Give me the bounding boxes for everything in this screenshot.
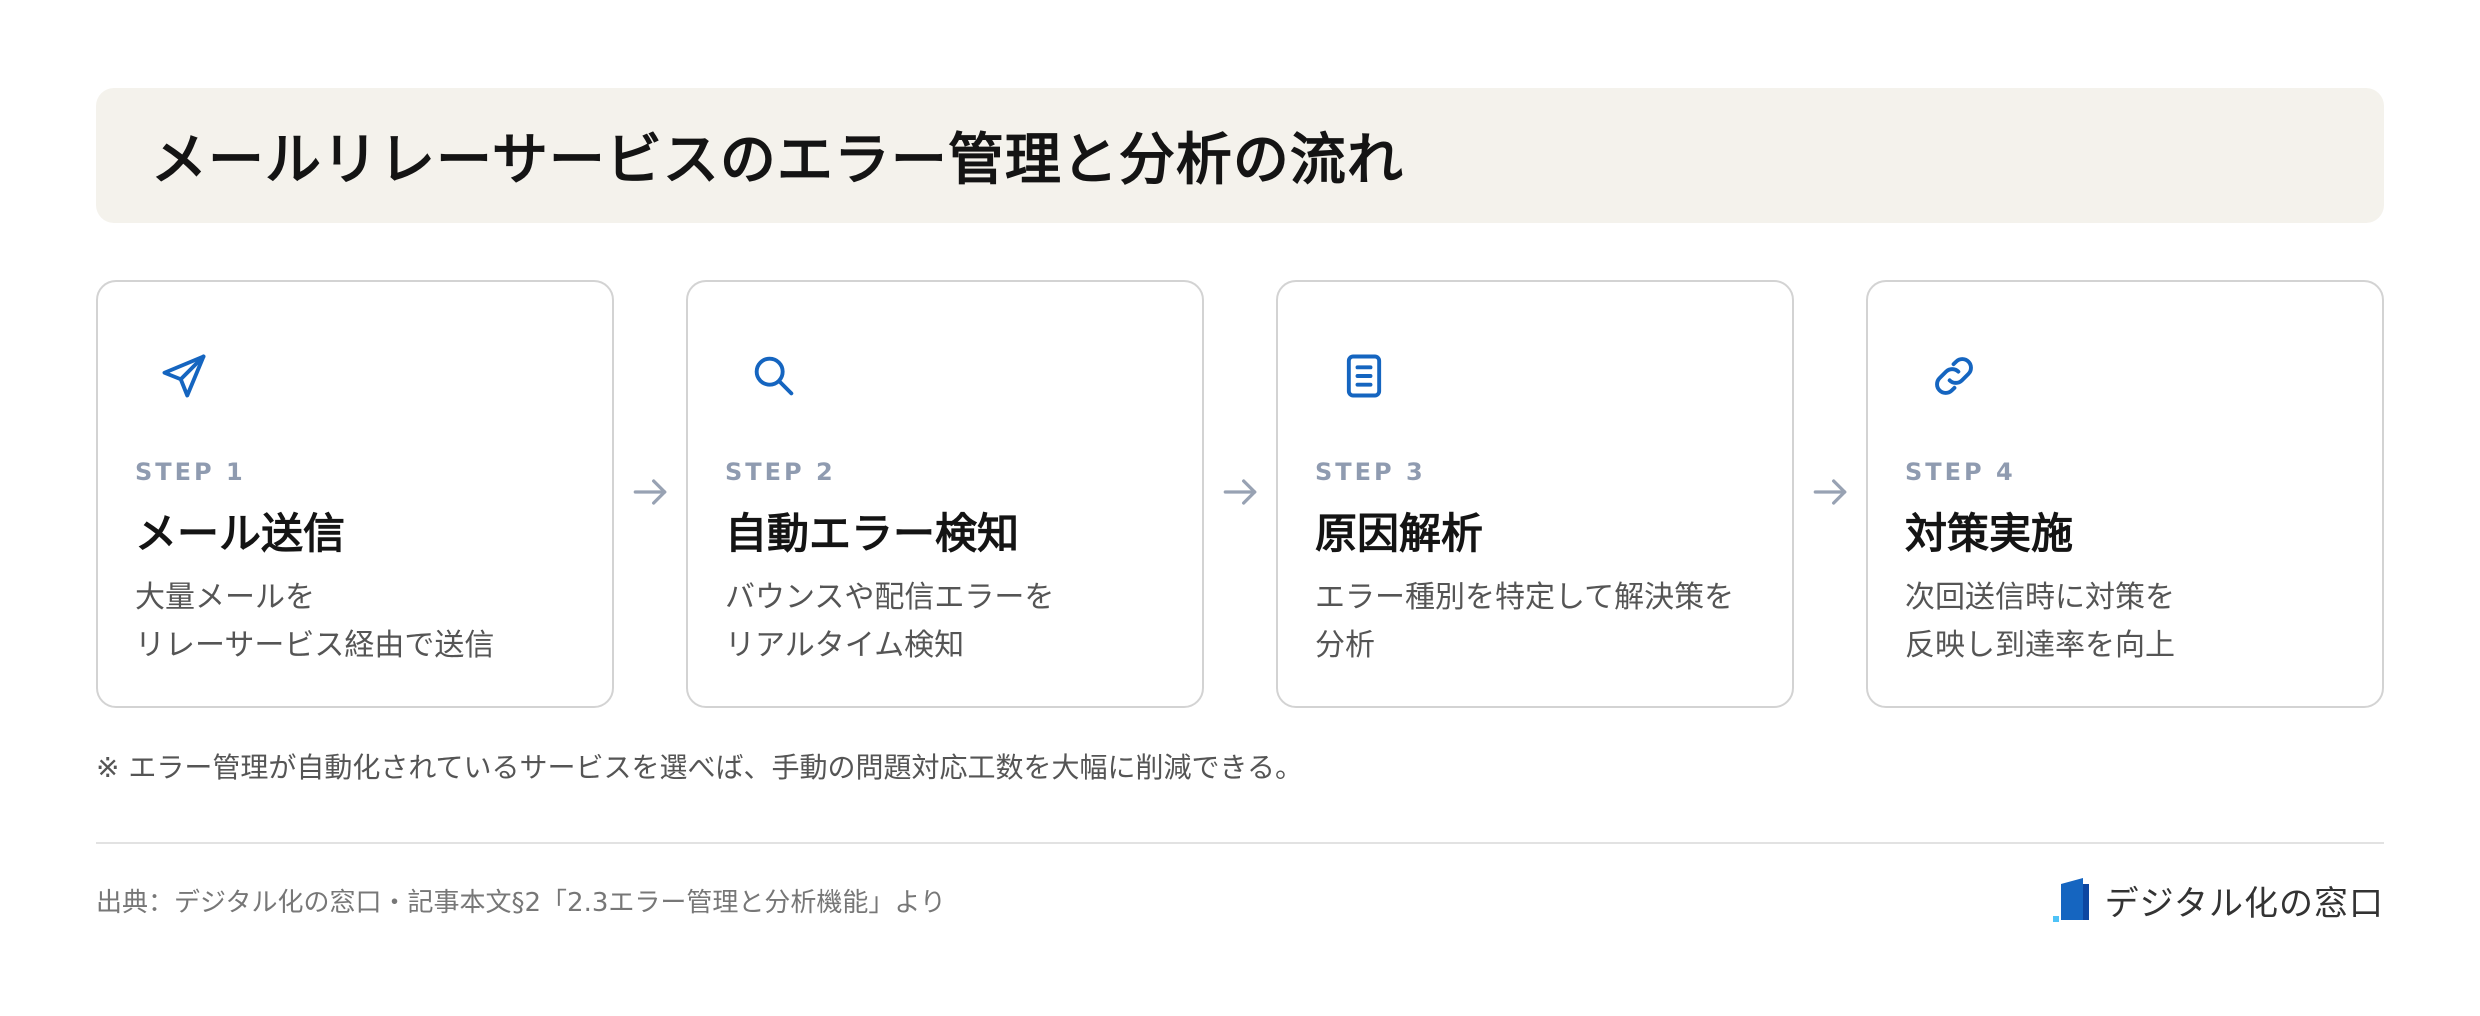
send-icon: [158, 350, 210, 402]
step-description: バウンスや配信エラーを リアルタイム検知: [725, 574, 1185, 670]
step-description-line: 大量メールを: [135, 580, 315, 615]
step-card-3: STEP 3 原因解析 エラー種別を特定して解決策を 分析: [1276, 280, 1794, 708]
step-title: 対策実施: [1905, 509, 2074, 558]
link-icon: [1928, 350, 1980, 402]
title-banner: メールリレーサービスのエラー管理と分析の流れ: [96, 88, 2384, 223]
search-icon: [748, 350, 800, 402]
divider: [96, 842, 2384, 844]
step-title: 自動エラー検知: [725, 509, 1020, 558]
step-description: 大量メールを リレーサービス経由で送信: [135, 574, 595, 670]
document-icon: [1338, 350, 1390, 402]
step-description-line: リレーサービス経由で送信: [135, 628, 495, 663]
step-label: STEP 2: [725, 458, 836, 486]
source-citation: 出典：デジタル化の窓口・記事本文§2「2.3エラー管理と分析機能」より: [96, 888, 946, 918]
arrow-right-icon: [1808, 470, 1852, 514]
footnote: ※ エラー管理が自動化されているサービスを選べば、手動の問題対応工数を大幅に削減…: [96, 751, 1303, 784]
step-description-line: 分析: [1315, 628, 1375, 663]
step-label: STEP 3: [1315, 458, 1426, 486]
steps-flow: STEP 1 メール送信 大量メールを リレーサービス経由で送信 STEP 2 …: [96, 280, 2384, 710]
brand-name: デジタル化の窓口: [2104, 883, 2384, 924]
arrow-right-icon: [628, 470, 672, 514]
step-description: 次回送信時に対策を 反映し到達率を向上: [1905, 574, 2365, 670]
step-card-1: STEP 1 メール送信 大量メールを リレーサービス経由で送信: [96, 280, 614, 708]
step-description-line: バウンスや配信エラーを: [725, 580, 1055, 615]
step-title: 原因解析: [1315, 509, 1484, 558]
brand-logo-icon: [2052, 878, 2089, 922]
step-card-2: STEP 2 自動エラー検知 バウンスや配信エラーを リアルタイム検知: [686, 280, 1204, 708]
step-description-line: リアルタイム検知: [725, 628, 965, 663]
brand: デジタル化の窓口: [2052, 872, 2384, 928]
step-card-4: STEP 4 対策実施 次回送信時に対策を 反映し到達率を向上: [1866, 280, 2384, 708]
step-description-line: エラー種別を特定して解決策を: [1315, 580, 1735, 615]
step-title: メール送信: [135, 509, 346, 558]
page-title: メールリレーサービスのエラー管理と分析の流れ: [151, 128, 1404, 193]
step-description-line: 反映し到達率を向上: [1905, 628, 2175, 663]
arrow-right-icon: [1218, 470, 1262, 514]
step-description-line: 次回送信時に対策を: [1905, 580, 2175, 615]
step-description: エラー種別を特定して解決策を 分析: [1315, 574, 1775, 670]
step-label: STEP 4: [1905, 458, 2016, 486]
step-label: STEP 1: [135, 458, 246, 486]
